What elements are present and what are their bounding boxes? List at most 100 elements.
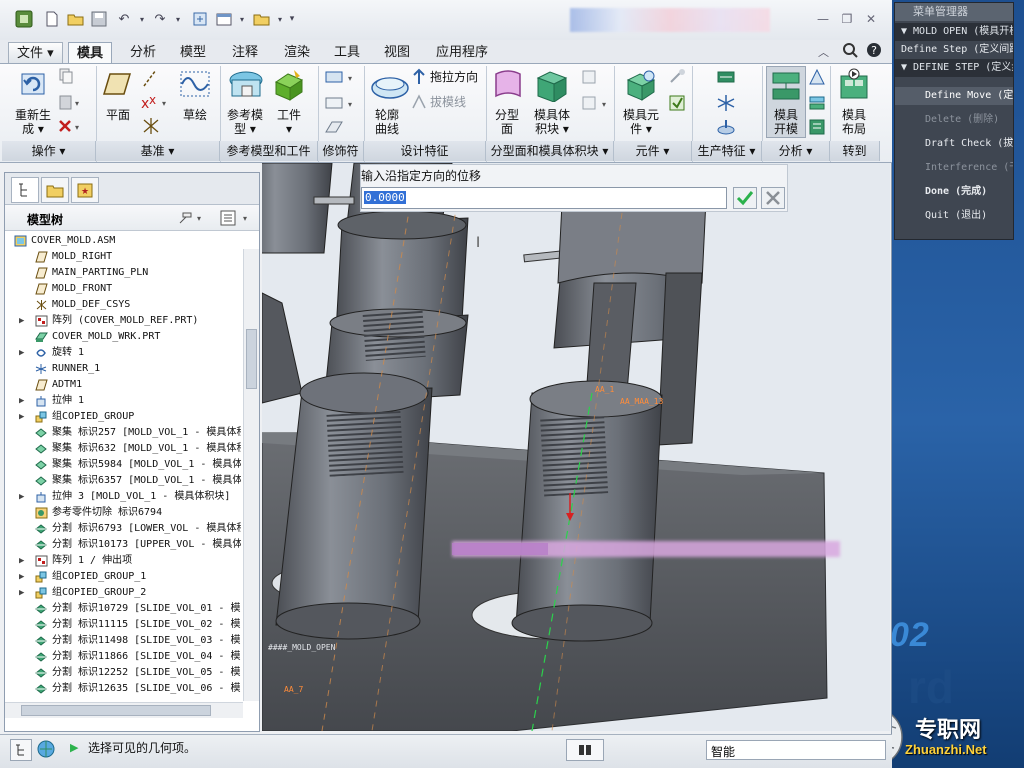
group-operations[interactable]: 操作 ▾	[2, 141, 96, 161]
cancel-button[interactable]	[761, 187, 785, 209]
draft-line-label[interactable]: 拔模线	[430, 95, 480, 109]
hscroll-thumb[interactable]	[21, 705, 211, 716]
save-icon[interactable]	[89, 9, 109, 29]
model-tree-hscrollbar[interactable]	[5, 702, 243, 718]
tree-item[interactable]: 分割 标识10173 [UPPER_VOL - 模具体积块]	[5, 537, 241, 553]
pull-direction-label[interactable]: 拖拉方向	[430, 70, 480, 84]
tab-applications[interactable]: 应用程序	[428, 42, 496, 64]
menu-item-done[interactable]: Done (完成)	[895, 183, 1013, 201]
menu-item-define-move[interactable]: Define Move (定义移动)	[895, 87, 1013, 105]
tree-item[interactable]: 聚集 标识5984 [MOLD_VOL_1 - 模具体积块]	[5, 457, 241, 473]
regenerate-label[interactable]: 重新生	[10, 108, 56, 122]
close-button[interactable]: ✕	[862, 11, 880, 27]
regenerate-large-icon[interactable]	[18, 68, 50, 98]
displacement-input[interactable]: 0.0000	[361, 187, 727, 209]
collapse-ribbon-icon[interactable]: ︿	[818, 44, 829, 60]
tree-item[interactable]: 参考零件切除 标识6794	[5, 505, 241, 521]
browser-toggle-icon[interactable]	[36, 739, 58, 761]
delete-icon[interactable]: ▾	[58, 118, 80, 134]
group-datum[interactable]: 基准 ▾	[96, 141, 220, 161]
menu-item-define-step[interactable]: Define Step (定义间距)	[895, 41, 1013, 59]
draft-line-icon[interactable]	[410, 93, 428, 111]
windows-dropdown-icon[interactable]: ▾	[232, 9, 252, 29]
parting-surface-icon[interactable]	[492, 68, 524, 102]
production-feature-3-icon[interactable]	[716, 118, 736, 136]
redo-icon[interactable]: ↷	[150, 9, 170, 29]
analysis-option-3-icon[interactable]	[808, 118, 826, 136]
maximize-button[interactable]: ❐	[838, 11, 856, 27]
tree-item[interactable]: MOLD_DEF_CSYS	[5, 297, 241, 313]
contour-curve-label-2[interactable]: 曲线	[364, 122, 410, 136]
tree-item[interactable]: ▶ 拉伸 1	[5, 393, 241, 409]
tree-settings-icon[interactable]: ▾	[177, 209, 205, 227]
volume-option-icon[interactable]: ▾	[580, 94, 610, 112]
modifier-round-icon[interactable]: ▾	[324, 94, 356, 112]
tree-toggle-icon[interactable]	[10, 739, 32, 761]
datum-point-icon[interactable]: x x ▾	[140, 94, 170, 112]
paste-icon[interactable]: ▾	[58, 94, 80, 110]
model-tree-vscrollbar[interactable]	[243, 249, 259, 701]
tree-show-icon[interactable]: ▾	[219, 209, 255, 227]
tree-item[interactable]: ▶ 阵列 (COVER_MOLD_REF.PRT)	[5, 313, 241, 329]
tab-folder-browser[interactable]	[41, 177, 69, 203]
find-icon[interactable]	[566, 739, 604, 761]
workpiece-label[interactable]: 工件	[270, 108, 308, 122]
expand-arrow-icon[interactable]: ▶	[19, 345, 24, 361]
mold-layout-icon[interactable]	[838, 68, 870, 100]
tree-item[interactable]: RUNNER_1	[5, 361, 241, 377]
group-production-features[interactable]: 生产特征 ▾	[692, 141, 762, 161]
regenerate-label-2[interactable]: 成 ▾	[10, 122, 56, 136]
open-folder-icon[interactable]	[66, 9, 86, 29]
tree-root-item[interactable]: COVER_MOLD.ASM	[5, 233, 241, 249]
tab-file[interactable]: 文件 ▾	[8, 42, 63, 64]
tree-item[interactable]: ▶ 阵列 1 / 伸出项	[5, 553, 241, 569]
copy-icon[interactable]	[58, 68, 74, 84]
expand-arrow-icon[interactable]: ▶	[19, 489, 24, 505]
mold-volume-label-2[interactable]: 积块 ▾	[528, 122, 576, 136]
tree-item[interactable]: MAIN_PARTING_PLN	[5, 265, 241, 281]
production-feature-1-icon[interactable]	[716, 68, 736, 86]
help-icon[interactable]: ?	[866, 42, 882, 58]
workpiece-label-2[interactable]: ▾	[270, 122, 308, 136]
pull-direction-icon[interactable]	[410, 68, 428, 86]
mold-layout-label-2[interactable]: 布局	[832, 122, 876, 136]
menu-item-quit[interactable]: Quit (退出)	[895, 207, 1013, 225]
tree-item[interactable]: 分割 标识11866 [SLIDE_VOL_04 - 模具体积块]	[5, 649, 241, 665]
parting-surface-label-2[interactable]: 面	[488, 122, 526, 136]
tab-analysis[interactable]: 分析	[122, 42, 164, 64]
tab-view[interactable]: 视图	[376, 42, 418, 64]
tab-model-tree[interactable]	[11, 177, 39, 203]
menu-header-mold-open[interactable]: ▼ MOLD OPEN (模具开模)	[895, 23, 1013, 41]
datum-axis-icon[interactable]	[140, 68, 160, 88]
tree-item[interactable]: MOLD_FRONT	[5, 281, 241, 297]
split-volume-icon[interactable]	[580, 68, 598, 86]
expand-arrow-icon[interactable]: ▶	[19, 585, 24, 601]
datum-csys-icon[interactable]	[140, 116, 162, 136]
minimize-button[interactable]: —	[814, 11, 832, 27]
component-option-2-icon[interactable]	[668, 94, 686, 112]
customize-qat-icon[interactable]: ▾	[282, 9, 302, 29]
group-analysis[interactable]: 分析 ▾	[762, 141, 830, 161]
tree-item[interactable]: MOLD_RIGHT	[5, 249, 241, 265]
plane-label[interactable]: 平面	[100, 108, 136, 122]
parting-surface-label[interactable]: 分型	[488, 108, 526, 122]
search-icon[interactable]	[842, 42, 858, 58]
group-components[interactable]: 元件 ▾	[614, 141, 692, 161]
tree-item[interactable]: 分割 标识12252 [SLIDE_VOL_05 - 模具体积块]	[5, 665, 241, 681]
mold-volume-label[interactable]: 模具体	[528, 108, 576, 122]
mold-layout-label[interactable]: 模具	[832, 108, 876, 122]
analysis-option-1-icon[interactable]	[808, 68, 826, 86]
sketch-label[interactable]: 草绘	[176, 108, 214, 122]
tree-item[interactable]: 分割 标识11498 [SLIDE_VOL_03 - 模具体积块]	[5, 633, 241, 649]
sketch-large-icon[interactable]	[180, 70, 210, 98]
tree-item[interactable]: ▶ 组COPIED_GROUP	[5, 409, 241, 425]
production-feature-2-icon[interactable]	[716, 94, 736, 112]
windows-icon[interactable]	[214, 9, 234, 29]
tree-item[interactable]: ▶ 拉伸 3 [MOLD_VOL_1 - 模具体积块]	[5, 489, 241, 505]
workpiece-icon[interactable]	[272, 68, 306, 102]
mold-volume-icon[interactable]	[534, 68, 570, 102]
tree-item[interactable]: ▶ 组COPIED_GROUP_1	[5, 569, 241, 585]
mold-model-render[interactable]	[262, 163, 890, 731]
tab-annotate[interactable]: 注释	[224, 42, 266, 64]
undo-dropdown-icon[interactable]: ▾	[132, 9, 152, 29]
